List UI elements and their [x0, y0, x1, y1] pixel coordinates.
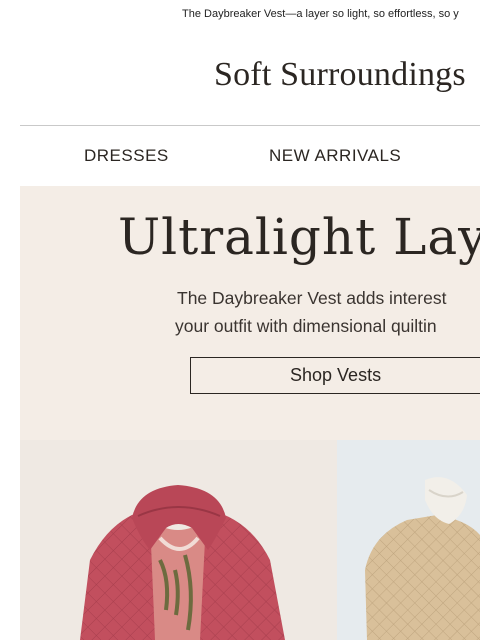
pink-quilted-vest-photo[interactable] [20, 440, 337, 640]
header-divider [20, 125, 480, 126]
hero-copy-line-1: The Daybreaker Vest adds interest [177, 288, 447, 308]
brand-logo[interactable]: Soft Surroundings [214, 56, 466, 94]
pink-vest-illustration [20, 440, 337, 640]
nav-item-new-arrivals[interactable]: NEW ARRIVALS [269, 146, 401, 166]
tan-vest-illustration [337, 440, 480, 640]
tan-quilted-vest-photo[interactable] [337, 440, 480, 640]
hero-title: Ultralight Layer [118, 208, 480, 266]
hero-banner: Ultralight Layer The Daybreaker Vest add… [20, 186, 480, 440]
preheader-text: The Daybreaker Vest—a layer so light, so… [182, 8, 459, 20]
shop-vests-button[interactable]: Shop Vests [190, 357, 480, 394]
nav-item-dresses[interactable]: DRESSES [84, 146, 169, 166]
hero-copy-line-2: your outfit with dimensional quiltin [175, 316, 437, 336]
